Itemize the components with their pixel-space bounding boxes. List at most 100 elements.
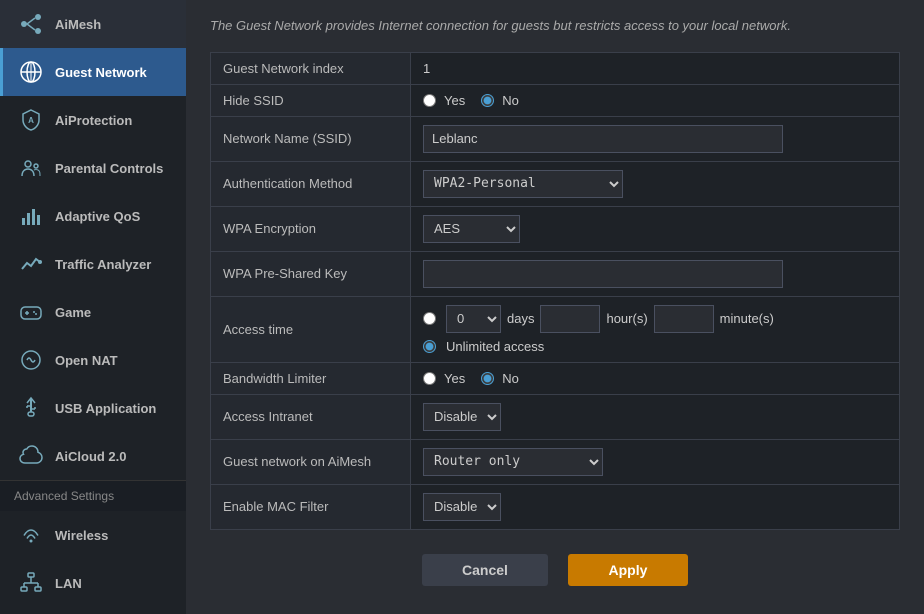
sidebar-label-aimesh: AiMesh [55,17,101,32]
access-time-days-select[interactable]: 0 1 2 [446,305,501,333]
sidebar-label-aiprotection: AiProtection [55,113,132,128]
button-bar: Cancel Apply [210,546,900,586]
page-description: The Guest Network provides Internet conn… [210,16,900,36]
label-guest-network-index: Guest Network index [211,52,411,84]
sidebar-item-open-nat[interactable]: Open NAT [0,336,186,384]
value-wpa-key [411,251,900,296]
sidebar-item-usb-application[interactable]: USB Application [0,384,186,432]
apply-button[interactable]: Apply [568,554,688,586]
value-bandwidth-limiter: Yes No [411,362,900,394]
access-time-hours-input[interactable] [540,305,600,333]
sidebar-item-parental-controls[interactable]: Parental Controls [0,144,186,192]
label-wpa-encryption: WPA Encryption [211,206,411,251]
bandwidth-no-label[interactable]: No [481,371,519,386]
row-access-time: Access time 0 1 2 days hour(s) [211,296,900,362]
row-auth-method: Authentication Method WPA2-Personal WPA3… [211,161,900,206]
access-intranet-select[interactable]: Disable Enable [423,403,501,431]
sidebar-label-lan: LAN [55,576,82,591]
globe-icon [17,58,45,86]
access-time-minutes-input[interactable] [654,305,714,333]
sidebar-label-game: Game [55,305,91,320]
hide-ssid-radio-group: Yes No [423,93,887,108]
value-guest-network-aimesh: Router only All nodes [411,439,900,484]
label-auth-method: Authentication Method [211,161,411,206]
chart-icon [17,202,45,230]
row-wpa-encryption: WPA Encryption AES TKIP AES+TKIP [211,206,900,251]
sidebar-item-wireless[interactable]: Wireless [0,511,186,559]
row-network-name: Network Name (SSID) [211,116,900,161]
label-access-time: Access time [211,296,411,362]
advanced-settings-header: Advanced Settings [0,480,186,511]
sidebar-item-guest-network[interactable]: Guest Network [0,48,186,96]
access-time-container: 0 1 2 days hour(s) minute(s) [423,305,887,354]
label-bandwidth-limiter: Bandwidth Limiter [211,362,411,394]
hide-ssid-no-radio[interactable] [481,94,494,107]
game-icon [17,298,45,326]
main-content: The Guest Network provides Internet conn… [186,0,924,614]
value-wpa-encryption: AES TKIP AES+TKIP [411,206,900,251]
access-time-timed: 0 1 2 days hour(s) minute(s) [423,305,887,333]
sidebar: AiMesh Guest Network A AiProtection Pare… [0,0,186,614]
minutes-label: minute(s) [720,311,774,326]
sidebar-label-adaptive-qos: Adaptive QoS [55,209,140,224]
traffic-icon [17,250,45,278]
auth-method-select[interactable]: WPA2-Personal WPA3-Personal Open System [423,170,623,198]
label-guest-network-aimesh: Guest network on AiMesh [211,439,411,484]
row-guest-network-index: Guest Network index 1 [211,52,900,84]
sidebar-item-aiprotection[interactable]: A AiProtection [0,96,186,144]
sidebar-label-usb-application: USB Application [55,401,156,416]
row-hide-ssid: Hide SSID Yes No [211,84,900,116]
access-time-unlimited: Unlimited access [423,339,887,354]
days-label: days [507,311,534,326]
value-network-name [411,116,900,161]
wpa-key-input[interactable] [423,260,783,288]
row-bandwidth-limiter: Bandwidth Limiter Yes No [211,362,900,394]
value-access-intranet: Disable Enable [411,394,900,439]
sidebar-item-aimesh[interactable]: AiMesh [0,0,186,48]
value-mac-filter: Disable Enable [411,484,900,529]
sidebar-item-game[interactable]: Game [0,288,186,336]
cloud-icon [17,442,45,470]
sidebar-item-aicloud[interactable]: AiCloud 2.0 [0,432,186,480]
label-wpa-key: WPA Pre-Shared Key [211,251,411,296]
network-name-input[interactable] [423,125,783,153]
hide-ssid-yes-label[interactable]: Yes [423,93,465,108]
value-guest-network-index: 1 [411,52,900,84]
nat-icon [17,346,45,374]
bandwidth-no-radio[interactable] [481,372,494,385]
label-mac-filter: Enable MAC Filter [211,484,411,529]
lan-icon [17,569,45,597]
value-hide-ssid: Yes No [411,84,900,116]
bandwidth-yes-radio[interactable] [423,372,436,385]
row-wpa-key: WPA Pre-Shared Key [211,251,900,296]
sidebar-label-parental-controls: Parental Controls [55,161,163,176]
wireless-icon [17,521,45,549]
hide-ssid-yes-radio[interactable] [423,94,436,107]
cancel-button[interactable]: Cancel [422,554,548,586]
wpa-encryption-select[interactable]: AES TKIP AES+TKIP [423,215,520,243]
mac-filter-select[interactable]: Disable Enable [423,493,501,521]
settings-table: Guest Network index 1 Hide SSID Yes No [210,52,900,530]
access-time-timed-radio[interactable] [423,312,436,325]
users-icon [17,154,45,182]
row-mac-filter: Enable MAC Filter Disable Enable [211,484,900,529]
unlimited-label: Unlimited access [446,339,544,354]
bandwidth-limiter-radio-group: Yes No [423,371,887,386]
value-access-time: 0 1 2 days hour(s) minute(s) [411,296,900,362]
sidebar-item-traffic-analyzer[interactable]: Traffic Analyzer [0,240,186,288]
access-time-unlimited-radio[interactable] [423,340,436,353]
advanced-settings-label: Advanced Settings [14,489,114,503]
hours-label: hour(s) [606,311,647,326]
label-access-intranet: Access Intranet [211,394,411,439]
usb-icon [17,394,45,422]
bandwidth-yes-label[interactable]: Yes [423,371,465,386]
svg-text:A: A [28,116,34,125]
mesh-icon [17,10,45,38]
sidebar-item-lan[interactable]: LAN [0,559,186,607]
row-access-intranet: Access Intranet Disable Enable [211,394,900,439]
guest-network-aimesh-select[interactable]: Router only All nodes [423,448,603,476]
sidebar-label-open-nat: Open NAT [55,353,118,368]
hide-ssid-no-label[interactable]: No [481,93,519,108]
sidebar-label-guest-network: Guest Network [55,65,147,80]
sidebar-item-adaptive-qos[interactable]: Adaptive QoS [0,192,186,240]
